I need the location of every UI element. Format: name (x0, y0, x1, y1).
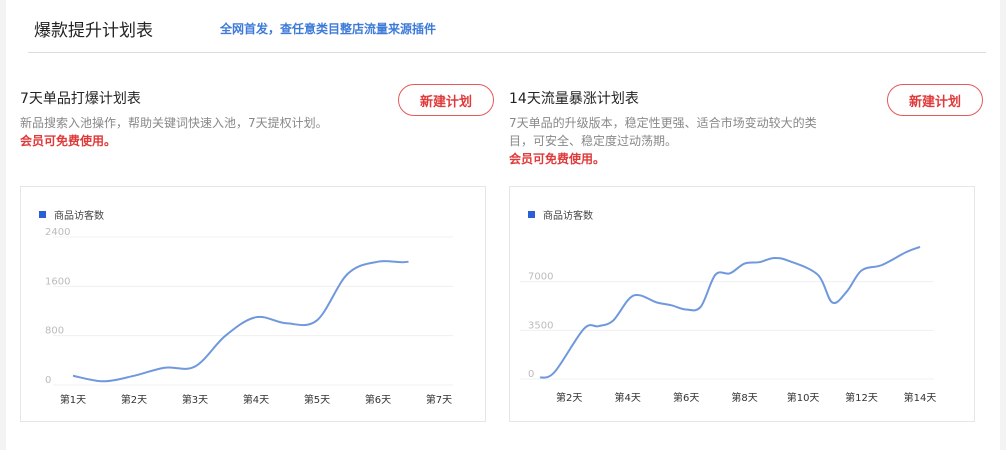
x-tick-label: 第6天 (365, 393, 391, 406)
x-tick-label: 第2天 (556, 391, 582, 404)
plan-card-14day: 14天流量暴涨计划表 7天单品的升级版本，稳定性更强、适合市场变动较大的类目，可… (509, 80, 989, 440)
y-tick-label: 1600 (45, 276, 70, 287)
x-tick-label: 第6天 (673, 391, 699, 404)
plugin-promo-link[interactable]: 全网首发，查任意类目整店流量来源插件 (220, 20, 436, 37)
plan-desc-text: 新品搜索入池操作，帮助关键词快速入池，7天提权计划。 (20, 116, 328, 130)
x-tick-label: 第5天 (304, 393, 330, 406)
visitors-line-chart: 0 3500 7000 第2天 第4天 第6天 第8天 第10天 第12天 第14天 (520, 245, 937, 404)
series-line (72, 260, 409, 383)
new-plan-button[interactable]: 新建计划 (887, 84, 983, 116)
chart-box: 商品访客数 0 3500 7000 第2天 第4天 第6天 第8天 第10天 第12天 第14天 (509, 186, 975, 422)
y-tick-label: 800 (45, 326, 64, 337)
page-header: 爆款提升计划表 全网首发，查任意类目整店流量来源插件 (28, 0, 986, 53)
new-plan-button[interactable]: 新建计划 (398, 84, 494, 116)
plan-description: 7天单品的升级版本，稳定性更强、适合市场变动较大的类目，可安全、稳定度过动荡期。… (509, 114, 829, 168)
plan-description: 新品搜索入池操作，帮助关键词快速入池，7天提权计划。 会员可免费使用。 (20, 114, 340, 150)
x-tick-label: 第4天 (243, 393, 269, 406)
y-tick-label: 0 (528, 369, 534, 380)
plan-title: 14天流量暴涨计划表 (509, 91, 639, 107)
x-tick-label: 第10天 (787, 391, 820, 404)
x-tick-label: 第7天 (426, 393, 452, 406)
plan-card-7day: 7天单品打爆计划表 新品搜索入池操作，帮助关键词快速入池，7天提权计划。 会员可… (20, 80, 500, 440)
x-tick-label: 第1天 (60, 393, 86, 406)
series-line (539, 245, 921, 379)
x-tick-label: 第8天 (731, 391, 757, 404)
plan-desc-text: 7天单品的升级版本，稳定性更强、适合市场变动较大的类目，可安全、稳定度过动荡期。 (509, 116, 817, 148)
page-title: 爆款提升计划表 (34, 21, 153, 41)
y-tick-label: 2400 (45, 227, 70, 238)
x-tick-label: 第3天 (182, 393, 208, 406)
y-tick-label: 0 (45, 375, 51, 386)
chart-box: 商品访客数 0 800 1600 2400 第1天 第2天 第3天 第4天 第5天 第6天 第7天 (20, 186, 486, 422)
x-tick-label: 第12天 (845, 391, 878, 404)
x-tick-label: 第4天 (615, 391, 641, 404)
member-free-note: 会员可免费使用。 (20, 134, 117, 148)
visitors-line-chart: 0 800 1600 2400 第1天 第2天 第3天 第4天 第5天 第6天 第7天 (21, 227, 453, 406)
x-tick-label: 第2天 (121, 393, 147, 406)
member-free-note: 会员可免费使用。 (509, 152, 606, 166)
main-panel: 爆款提升计划表 全网首发，查任意类目整店流量来源插件 7天单品打爆计划表 新品搜… (6, 0, 1000, 450)
y-tick-label: 3500 (528, 320, 553, 331)
x-tick-label: 第14天 (904, 391, 937, 404)
plan-title: 7天单品打爆计划表 (20, 91, 141, 107)
y-tick-label: 7000 (528, 272, 553, 283)
